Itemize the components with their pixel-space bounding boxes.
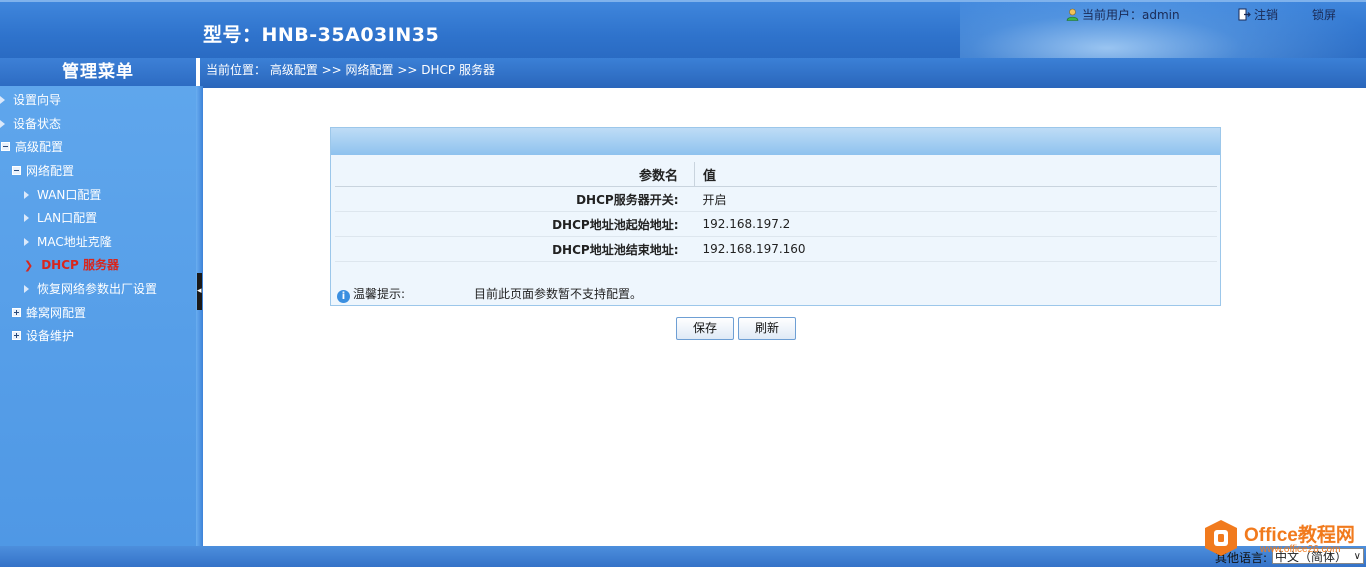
chevron-left-icon: ◂ — [197, 286, 202, 296]
footer-bar: 其他语言: 中文（简体） ∨ — [0, 546, 1366, 567]
sidebar-item-label: DHCP 服务器 — [41, 258, 120, 272]
sidebar-item-setup-wizard[interactable]: 设置向导 — [0, 91, 61, 108]
column-header-value: 值 — [694, 162, 1217, 187]
expand-icon — [12, 308, 21, 317]
chevron-right-icon — [24, 285, 29, 293]
sidebar-collapse-handle[interactable]: ◂ — [197, 273, 202, 310]
sidebar-item-restore-network-defaults[interactable]: 恢复网络参数出厂设置 — [24, 280, 157, 297]
breadcrumb: 当前位置： 高级配置 >> 网络配置 >> DHCP 服务器 — [206, 63, 495, 77]
refresh-button[interactable]: 刷新 — [738, 317, 796, 340]
table-row: DHCP服务器开关: 开启 — [335, 186, 1217, 212]
sidebar-item-dhcp-server[interactable]: ❯ DHCP 服务器 — [24, 256, 119, 273]
chevron-right-icon — [24, 191, 29, 199]
sidebar-item-cellular-config[interactable]: 蜂窝网配置 — [12, 304, 86, 321]
sidebar-item-lan-config[interactable]: LAN口配置 — [24, 209, 97, 226]
chevron-right-icon — [0, 96, 5, 104]
sidebar-item-advanced-config[interactable]: 高级配置 — [1, 138, 63, 155]
sidebar-item-label: 设备状态 — [13, 117, 62, 131]
save-button[interactable]: 保存 — [676, 317, 734, 340]
panel-header — [331, 128, 1220, 155]
sidebar-item-label: MAC地址克隆 — [37, 235, 112, 249]
dhcp-params-panel: 参数名 值 DHCP服务器开关: 开启 DHCP地址池起始地址: 192.168… — [330, 127, 1221, 306]
office-logo-icon — [1205, 520, 1237, 556]
user-icon — [1066, 8, 1079, 21]
param-name: DHCP地址池起始地址: — [335, 211, 695, 237]
param-value: 开启 — [694, 186, 1217, 212]
sidebar-item-wan-config[interactable]: WAN口配置 — [24, 186, 101, 203]
tip-label-text: 温馨提示: — [353, 287, 406, 301]
watermark-url: www.office26.com — [1260, 544, 1341, 555]
sidebar-item-label: 设备维护 — [26, 329, 75, 343]
table-header-row: 参数名 值 — [335, 162, 1217, 187]
sidebar-item-label: LAN口配置 — [37, 211, 98, 225]
table-row: DHCP地址池起始地址: 192.168.197.2 — [335, 211, 1217, 237]
logout-label: 注销 — [1254, 8, 1279, 22]
sidebar-item-network-config[interactable]: 网络配置 — [12, 162, 74, 179]
chevron-right-icon — [24, 214, 29, 222]
sidebar-item-label: 网络配置 — [26, 164, 75, 178]
watermark-text: Office教程网 — [1244, 525, 1355, 546]
params-table: 参数名 值 DHCP服务器开关: 开启 DHCP地址池起始地址: 192.168… — [335, 162, 1217, 262]
sidebar-divider — [196, 86, 203, 547]
param-value: 192.168.197.2 — [694, 211, 1217, 237]
sidebar-item-label: 恢复网络参数出厂设置 — [37, 282, 158, 296]
param-value: 192.168.197.160 — [694, 236, 1217, 262]
chevron-right-icon: ❯ — [24, 259, 34, 272]
tip-text: 目前此页面参数暂不支持配置。 — [474, 287, 643, 301]
column-header-name: 参数名 — [335, 162, 695, 187]
expand-icon — [12, 331, 21, 340]
sidebar-item-device-maintenance[interactable]: 设备维护 — [12, 327, 74, 344]
sidebar-item-label: 蜂窝网配置 — [26, 306, 87, 320]
collapse-icon — [1, 142, 10, 151]
sidebar-item-label: WAN口配置 — [37, 188, 102, 202]
param-name: DHCP服务器开关: — [335, 186, 695, 212]
collapse-icon — [12, 166, 21, 175]
chevron-right-icon — [24, 238, 29, 246]
lock-screen-link[interactable]: 锁屏 — [1312, 6, 1336, 23]
model-title: 型号：HNB-35A03IN35 — [203, 24, 440, 46]
sidebar-item-label: 高级配置 — [15, 140, 64, 154]
param-name: DHCP地址池结束地址: — [335, 236, 695, 262]
sidebar-item-mac-clone[interactable]: MAC地址克隆 — [24, 233, 112, 250]
logout-icon — [1238, 8, 1251, 21]
chevron-right-icon — [0, 120, 5, 128]
current-user-label: 当前用户：admin — [1082, 8, 1180, 22]
sidebar-title: 管理菜单 — [0, 58, 196, 86]
sidebar-item-label: 设置向导 — [13, 93, 62, 107]
tip-label: i 温馨提示: — [337, 285, 405, 303]
sidebar-item-device-status[interactable]: 设备状态 — [0, 115, 61, 132]
breadcrumb-bar: 当前位置： 高级配置 >> 网络配置 >> DHCP 服务器 — [200, 58, 1366, 88]
table-row: DHCP地址池结束地址: 192.168.197.160 — [335, 236, 1217, 262]
current-user: 当前用户：admin — [1066, 6, 1180, 23]
info-icon: i — [337, 290, 350, 303]
header-banner: 型号：HNB-35A03IN35 当前用户：admin 注销 锁屏 — [0, 0, 1366, 58]
watermark: Office教程网 www.office26.com — [1200, 516, 1366, 564]
logout-link[interactable]: 注销 — [1238, 6, 1278, 23]
